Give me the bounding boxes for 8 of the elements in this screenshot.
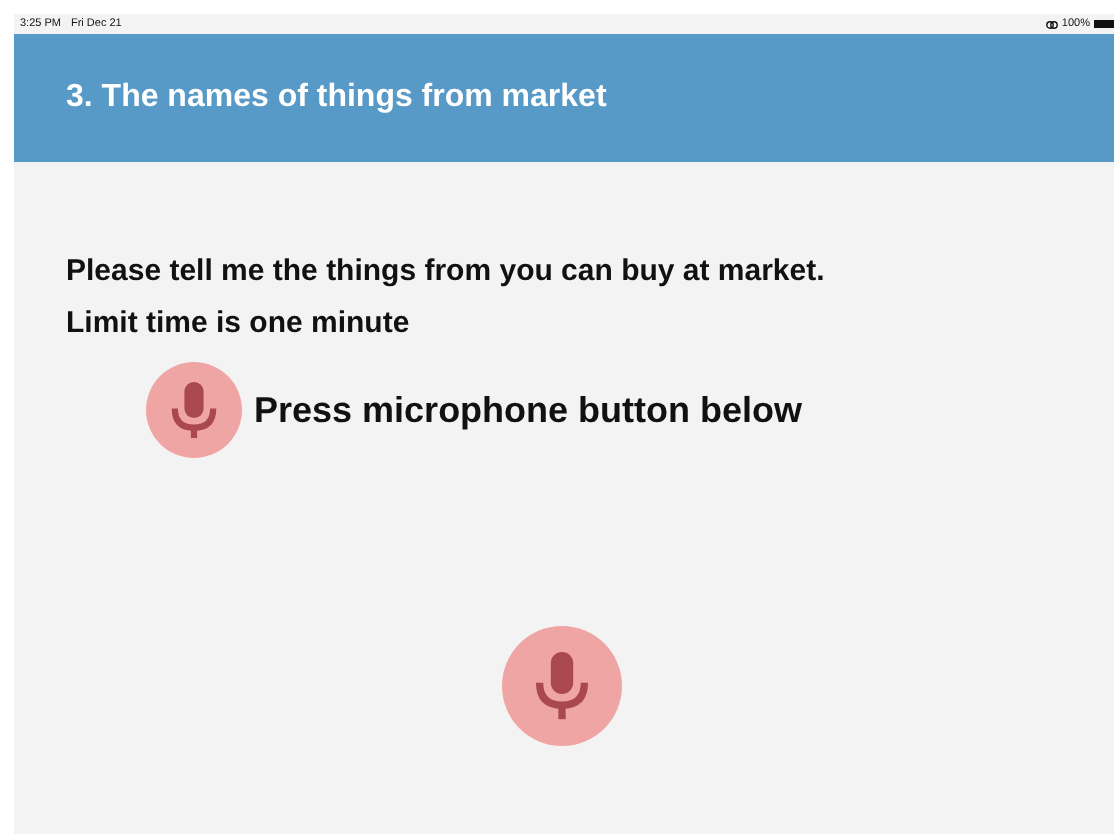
hint-text: Press microphone button below xyxy=(254,389,803,431)
battery-icon xyxy=(1094,20,1114,28)
instruction-text: Limit time is one minute xyxy=(66,304,412,344)
microphone-icon xyxy=(534,652,590,720)
link-icon xyxy=(1045,19,1058,29)
instruction-text: Please tell me the things from you can buy at market. xyxy=(66,252,827,292)
page-title: 3. The names of things from market xyxy=(66,80,607,116)
microphone-icon xyxy=(170,381,218,439)
